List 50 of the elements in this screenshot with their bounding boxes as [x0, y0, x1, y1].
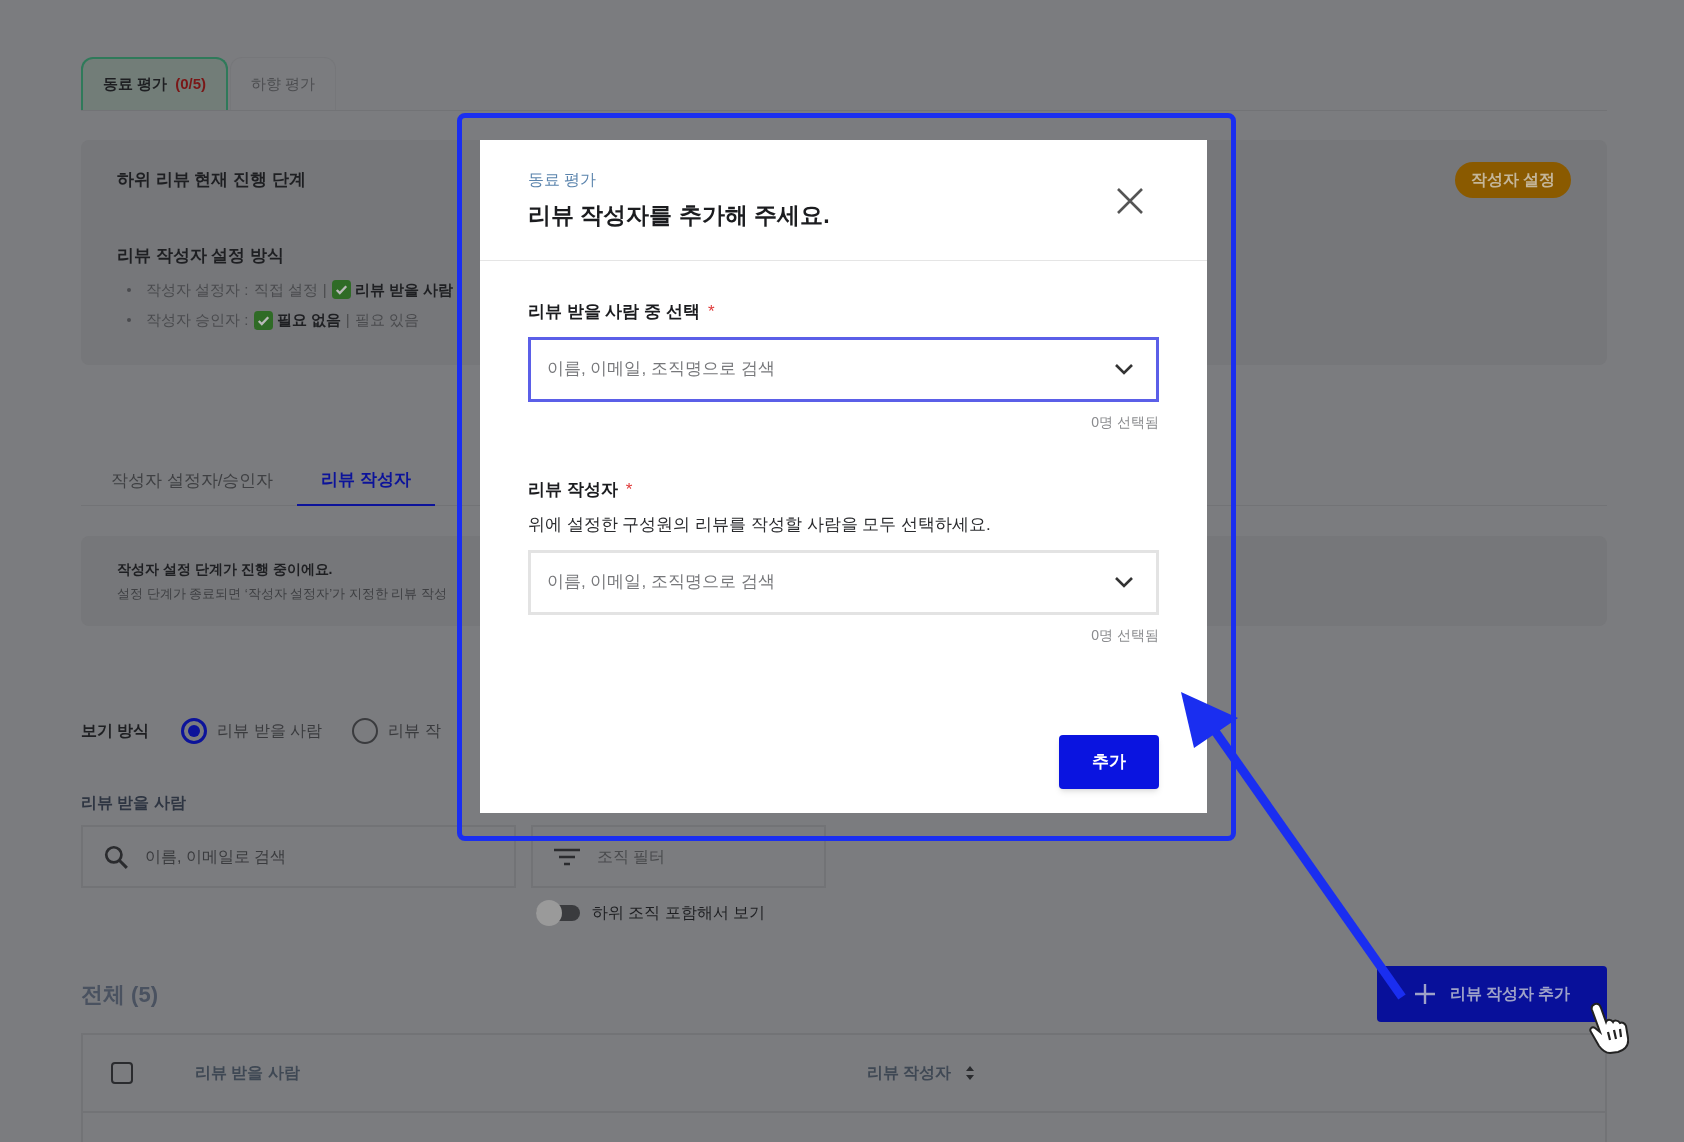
search-input[interactable]: 이름, 이메일, 조직명으로 검색 [547, 569, 1047, 595]
radio-button[interactable] [352, 718, 379, 744]
tab[interactable]: 동료 평가 (0/5) [81, 57, 228, 110]
search-field[interactable]: 이름, 이메일로 검색 [81, 825, 516, 888]
column-header: 리뷰 받을 사람 [195, 1063, 300, 1083]
view-mode-label: 보기 방식 [81, 721, 150, 741]
checkbox[interactable] [111, 1062, 133, 1084]
modal-title: 리뷰 작성자를 추가해 주세요. [528, 201, 830, 230]
field-description: 위에 설정한 구성원의 리뷰를 작성할 사람을 모두 선택하세요. [528, 514, 992, 536]
notice-title: 작성자 설정 단계가 진행 중이에요. [117, 559, 334, 579]
search-icon [103, 843, 129, 870]
sort-icon[interactable] [965, 1065, 976, 1081]
required-mark: * [707, 301, 715, 323]
radio-label: 리뷰 작 [388, 721, 441, 741]
bullet [127, 287, 131, 292]
tab[interactable]: 작성자 설정자/승인자 [87, 455, 298, 506]
section-title: 하위 리뷰 현재 진행 단계 [117, 169, 306, 192]
selected-count: 0명 선택됨 [1091, 625, 1159, 645]
column-header: 리뷰 작성자 [867, 1063, 952, 1083]
filter-label: 리뷰 받을 사람 [81, 793, 187, 813]
filter-icon [553, 846, 581, 867]
selected-count: 0명 선택됨 [1091, 412, 1159, 432]
chevron-down-icon [1114, 363, 1134, 375]
search-select[interactable]: 이름, 이메일, 조직명으로 검색 [528, 336, 1159, 402]
radio-label: 리뷰 받을 사람 [217, 721, 323, 741]
modal-eyebrow: 동료 평가 [528, 170, 598, 190]
field-label: 리뷰 작성자 [528, 478, 618, 501]
check-icon [253, 310, 273, 330]
search-input[interactable]: 이름, 이메일로 검색 [145, 844, 445, 869]
toggle-label: 하위 조직 포함해서 보기 [592, 903, 766, 923]
separator: | [345, 310, 350, 330]
tab-count: (0/5) [175, 74, 206, 95]
field-label: 리뷰 받을 사람 중 선택 [528, 301, 700, 323]
add-writer-button[interactable]: 리뷰 작성자 추가 [1377, 966, 1607, 1022]
plus-icon [1413, 983, 1436, 1005]
toggle-switch[interactable] [536, 900, 580, 926]
setting-option: 리뷰 받을 사람 [354, 278, 453, 301]
required-mark: * [625, 478, 633, 501]
search-input[interactable]: 이름, 이메일, 조직명으로 검색 [547, 356, 1047, 382]
close-icon[interactable] [1117, 188, 1143, 214]
bullet [127, 318, 131, 323]
section-title: 리뷰 작성자 설정 방식 [117, 245, 286, 267]
check-icon [331, 280, 351, 300]
separator: | [322, 279, 327, 300]
set-writer-button[interactable]: 작성자 설정 [1454, 162, 1571, 198]
radio-button[interactable] [181, 718, 208, 744]
setting-option: 필요 없음 [276, 309, 341, 332]
tab[interactable]: 리뷰 작성자 [297, 455, 436, 506]
chevron-down-icon [1114, 576, 1134, 588]
add-button[interactable]: 추가 [1059, 735, 1159, 789]
